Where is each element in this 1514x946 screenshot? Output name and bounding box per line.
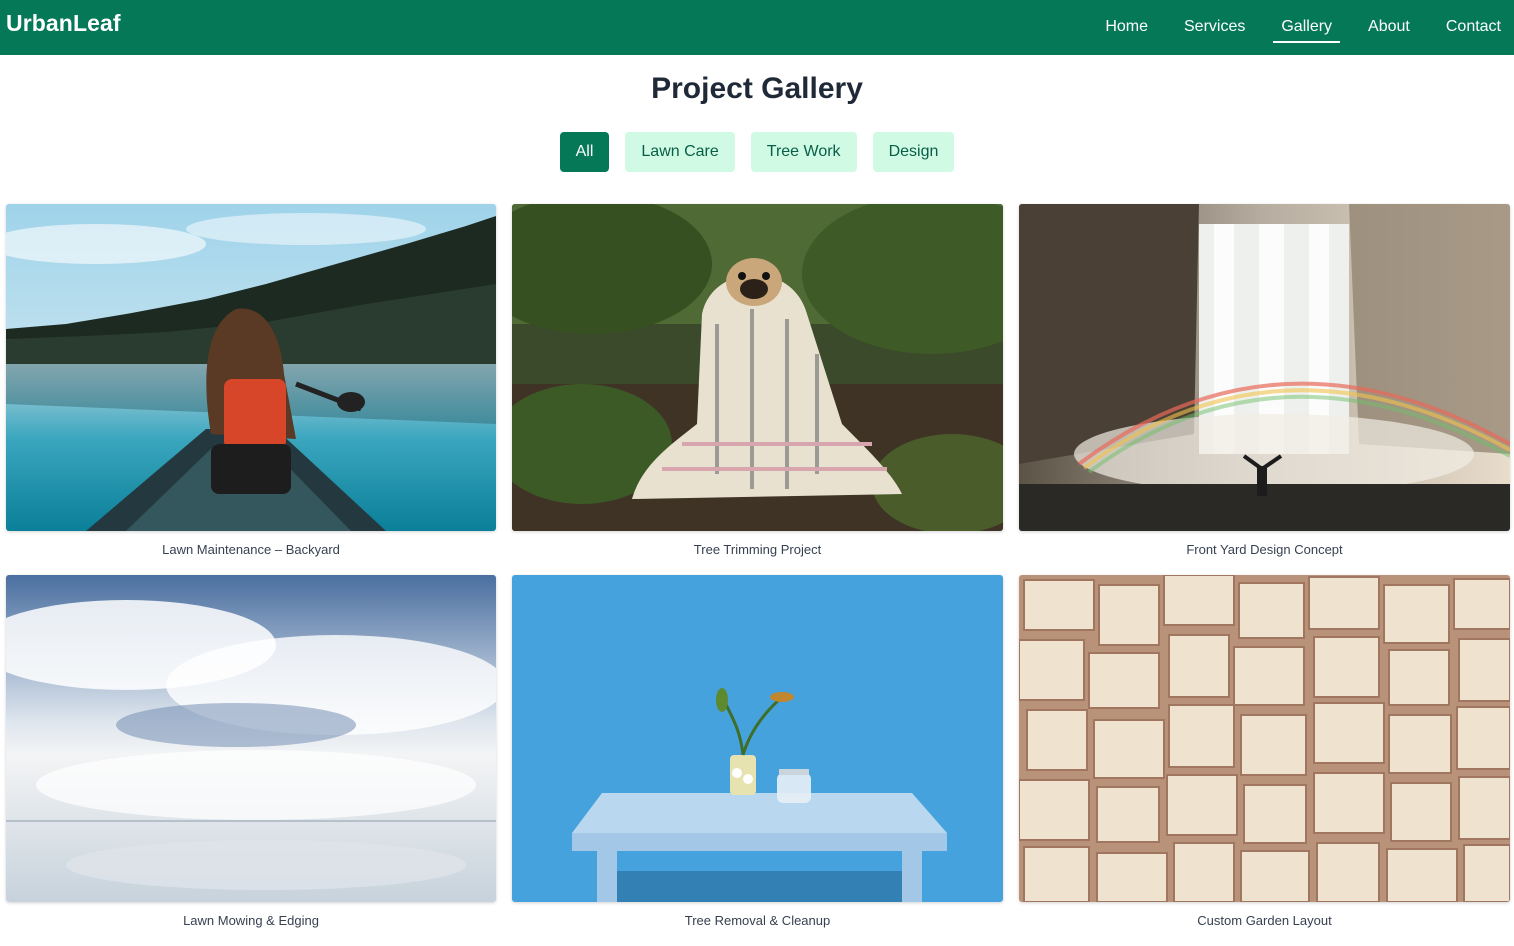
waterfall-rainbow-photo[interactable] xyxy=(1019,204,1510,531)
blue-table-plant-photo[interactable] xyxy=(512,575,1003,902)
gallery-card[interactable]: Front Yard Design Concept xyxy=(1019,204,1510,575)
top-navbar: UrbanLeaf Home Services Gallery About Co… xyxy=(0,0,1514,55)
filter-design-button[interactable]: Design xyxy=(872,132,955,172)
gallery-grid: Lawn Maintenance – Backyard Tree Trimmin… xyxy=(6,204,1510,946)
gallery-card[interactable]: Tree Removal & Cleanup xyxy=(512,575,1003,946)
gallery-caption: Lawn Mowing & Edging xyxy=(183,913,319,928)
gallery-caption: Tree Trimming Project xyxy=(693,542,822,557)
main-nav: Home Services Gallery About Contact xyxy=(1069,0,1501,55)
nav-gallery-link[interactable]: Gallery xyxy=(1273,12,1340,43)
gallery-caption: Front Yard Design Concept xyxy=(1186,542,1343,557)
filter-bar: All Lawn Care Tree Work Design xyxy=(0,132,1514,172)
gallery-card[interactable]: Lawn Maintenance – Backyard xyxy=(6,204,496,575)
brand-logo[interactable]: UrbanLeaf xyxy=(6,10,121,37)
nav-contact-link[interactable]: Contact xyxy=(1446,12,1501,43)
filter-tree-work-button[interactable]: Tree Work xyxy=(750,132,857,172)
cloud-reflection-photo[interactable] xyxy=(6,575,496,902)
gallery-caption: Tree Removal & Cleanup xyxy=(684,913,831,928)
gallery-card[interactable]: Custom Garden Layout xyxy=(1019,575,1510,946)
gallery-card[interactable]: Lawn Mowing & Edging xyxy=(6,575,496,946)
canoe-lake-photo[interactable] xyxy=(6,204,496,531)
open-books-wall-photo[interactable] xyxy=(1019,575,1510,902)
pug-blanket-forest-photo[interactable] xyxy=(512,204,1003,531)
gallery-caption: Custom Garden Layout xyxy=(1197,913,1332,928)
nav-services-link[interactable]: Services xyxy=(1184,12,1245,43)
page-title: Project Gallery xyxy=(651,72,863,105)
nav-about-link[interactable]: About xyxy=(1368,12,1410,43)
gallery-caption: Lawn Maintenance – Backyard xyxy=(162,542,340,557)
filter-all-button[interactable]: All xyxy=(559,132,610,172)
gallery-card[interactable]: Tree Trimming Project xyxy=(512,204,1003,575)
filter-lawn-care-button[interactable]: Lawn Care xyxy=(625,132,735,172)
nav-home-link[interactable]: Home xyxy=(1105,12,1148,43)
